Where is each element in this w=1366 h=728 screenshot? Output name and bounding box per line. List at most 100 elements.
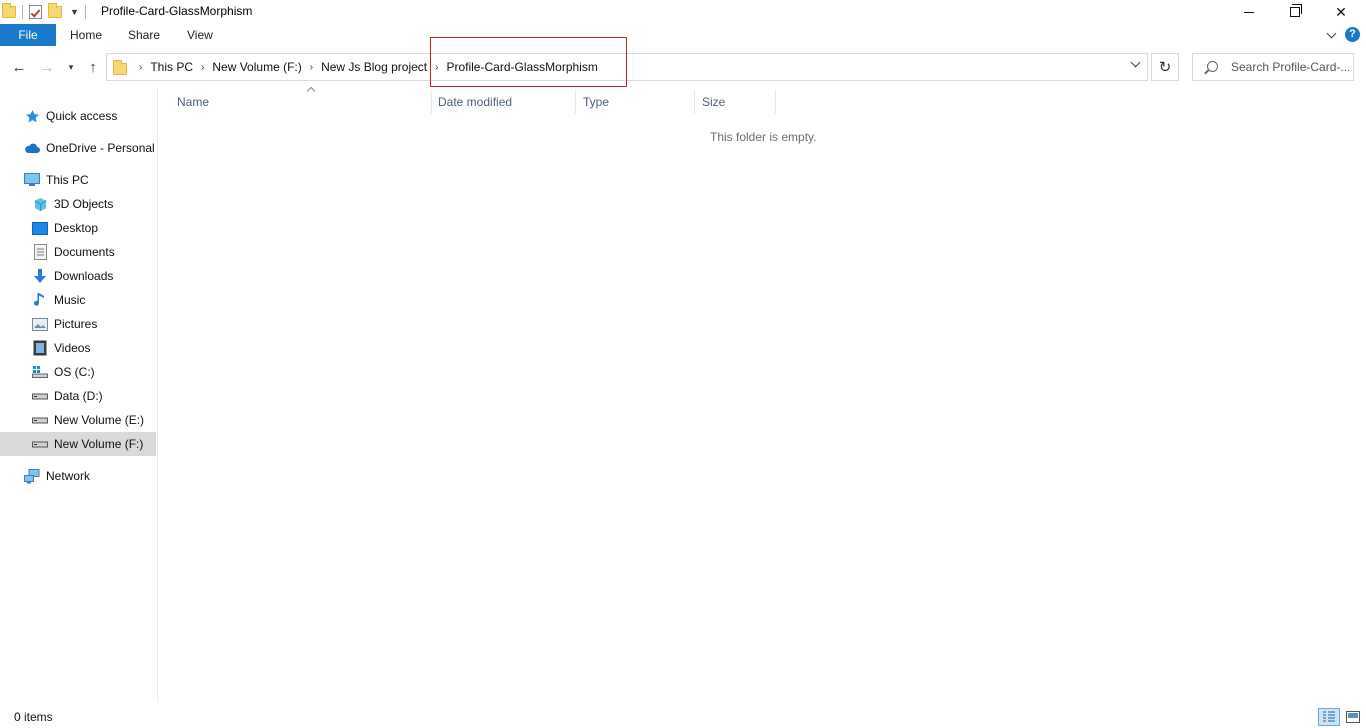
breadcrumb: › This PC › New Volume (F:) › New Js Blo… <box>131 54 598 80</box>
breadcrumb-new-volume-f[interactable]: New Volume (F:) <box>212 60 301 74</box>
forward-button[interactable]: → <box>38 58 56 76</box>
minimize-button[interactable] <box>1226 0 1272 24</box>
address-dropdown-button[interactable] <box>1130 57 1141 68</box>
search-box[interactable] <box>1192 53 1354 81</box>
sort-ascending-icon <box>306 86 316 96</box>
back-arrow-icon: ← <box>11 58 27 76</box>
column-header-label: Name <box>177 95 210 109</box>
column-header-name[interactable]: Name <box>170 86 432 114</box>
computer-icon <box>24 172 40 188</box>
tab-share[interactable]: Share <box>118 24 170 46</box>
details-view-button[interactable] <box>1318 708 1340 726</box>
breadcrumb-separator[interactable]: › <box>310 62 313 73</box>
sidebar-item-label: Music <box>54 293 86 307</box>
drive-icon <box>32 412 48 428</box>
close-button[interactable]: ✕ <box>1318 0 1364 24</box>
breadcrumb-separator[interactable]: › <box>435 62 438 73</box>
search-icon <box>1207 61 1218 72</box>
breadcrumb-this-pc[interactable]: This PC <box>150 60 193 74</box>
drive-icon <box>32 436 48 452</box>
sidebar-item-label: Desktop <box>54 221 99 235</box>
recent-locations-button[interactable]: ▾ <box>62 58 80 76</box>
sidebar-item-videos[interactable]: Videos <box>0 336 156 360</box>
tab-home[interactable]: Home <box>60 24 112 46</box>
toolbar-divider <box>22 5 23 19</box>
refresh-button[interactable]: ↻ <box>1151 53 1179 81</box>
navigation-pane: Quick access OneDrive - Personal This PC… <box>0 88 158 702</box>
sidebar-item-label: This PC <box>46 173 89 187</box>
column-header-date-modified[interactable]: Date modified <box>431 90 576 114</box>
sidebar-item-label: 3D Objects <box>54 197 114 211</box>
download-arrow-icon <box>32 268 48 284</box>
sidebar-item-label: Network <box>46 469 91 483</box>
new-folder-icon[interactable] <box>48 3 62 18</box>
help-icon[interactable]: ? <box>1345 27 1360 42</box>
sidebar-item-data-d[interactable]: Data (D:) <box>0 384 156 408</box>
sidebar-item-label: OS (C:) <box>54 365 95 379</box>
back-button[interactable]: ← <box>10 58 28 76</box>
sidebar-item-new-volume-e[interactable]: New Volume (E:) <box>0 408 156 432</box>
breadcrumb-separator[interactable]: › <box>201 62 204 73</box>
ribbon-controls: ? <box>1326 27 1360 42</box>
document-icon <box>32 244 48 260</box>
sidebar-item-downloads[interactable]: Downloads <box>0 264 156 288</box>
chevron-down-icon: ▾ <box>68 61 74 72</box>
network-icon <box>24 468 40 484</box>
windows-drive-icon <box>32 364 48 380</box>
sidebar-item-quick-access[interactable]: Quick access <box>0 104 156 128</box>
breadcrumb-current-folder[interactable]: Profile-Card-GlassMorphism <box>446 60 597 74</box>
customize-toolbar-dropdown-icon[interactable]: ▼ <box>70 7 79 17</box>
large-icons-view-button[interactable] <box>1342 708 1364 726</box>
address-row: ← → ▾ ↑ › This PC › New Volume (F:) › Ne… <box>0 50 1366 84</box>
expand-ribbon-icon[interactable] <box>1326 28 1337 38</box>
tab-view[interactable]: View <box>177 24 223 46</box>
tab-file[interactable]: File <box>0 24 56 46</box>
sidebar-item-label: Quick access <box>46 109 118 123</box>
sidebar-item-music[interactable]: Music <box>0 288 156 312</box>
chevron-down-icon <box>1130 57 1141 68</box>
breadcrumb-new-js-blog-project[interactable]: New Js Blog project <box>321 60 427 74</box>
ribbon-tabs: File Home Share View ? <box>0 24 1366 46</box>
desktop-icon <box>32 220 48 236</box>
breadcrumb-separator[interactable]: › <box>139 62 142 73</box>
column-header-label: Type <box>583 95 610 109</box>
properties-icon[interactable] <box>29 5 42 19</box>
music-note-icon <box>32 292 48 308</box>
restore-button[interactable] <box>1272 0 1318 24</box>
sidebar-item-new-volume-f[interactable]: New Volume (F:) <box>0 432 156 456</box>
up-arrow-icon: ↑ <box>89 58 97 76</box>
title-bar: ▼ Profile-Card-GlassMorphism ✕ <box>0 0 1366 24</box>
toolbar-divider <box>84 5 86 19</box>
close-icon: ✕ <box>1335 3 1347 20</box>
refresh-icon: ↻ <box>1158 59 1172 76</box>
file-list: Name Date modified Type Size This folder… <box>159 86 1366 702</box>
sidebar-item-documents[interactable]: Documents <box>0 240 156 264</box>
column-header-label: Date modified <box>438 95 513 109</box>
sidebar-item-os-c[interactable]: OS (C:) <box>0 360 156 384</box>
search-input[interactable] <box>1231 54 1351 80</box>
star-icon <box>24 108 40 124</box>
empty-folder-message: This folder is empty. <box>710 130 817 144</box>
up-button[interactable]: ↑ <box>84 58 102 76</box>
column-header-type[interactable]: Type <box>576 90 695 114</box>
sidebar-item-label: New Volume (F:) <box>54 437 144 451</box>
sidebar-item-label: Documents <box>54 245 115 259</box>
sidebar-item-label: Pictures <box>54 317 98 331</box>
sidebar-item-label: OneDrive - Personal <box>46 141 155 155</box>
sidebar-item-desktop[interactable]: Desktop <box>0 216 156 240</box>
large-icons-view-icon <box>1346 711 1360 723</box>
column-header-size[interactable]: Size <box>695 90 776 114</box>
sidebar-item-pictures[interactable]: Pictures <box>0 312 156 336</box>
sidebar-item-network[interactable]: Network <box>0 464 156 488</box>
cloud-icon <box>24 140 40 156</box>
sidebar-item-3d-objects[interactable]: 3D Objects <box>0 192 156 216</box>
window-title: Profile-Card-GlassMorphism <box>101 4 253 18</box>
sidebar-item-onedrive[interactable]: OneDrive - Personal <box>0 136 156 160</box>
sidebar-item-label: New Volume (E:) <box>54 413 145 427</box>
minimize-icon <box>1244 11 1254 13</box>
picture-icon <box>32 316 48 332</box>
address-bar[interactable]: › This PC › New Volume (F:) › New Js Blo… <box>106 53 1148 81</box>
sidebar-item-this-pc[interactable]: This PC <box>0 168 156 192</box>
quick-access-toolbar: ▼ <box>2 3 86 20</box>
sidebar-item-label: Downloads <box>54 269 114 283</box>
